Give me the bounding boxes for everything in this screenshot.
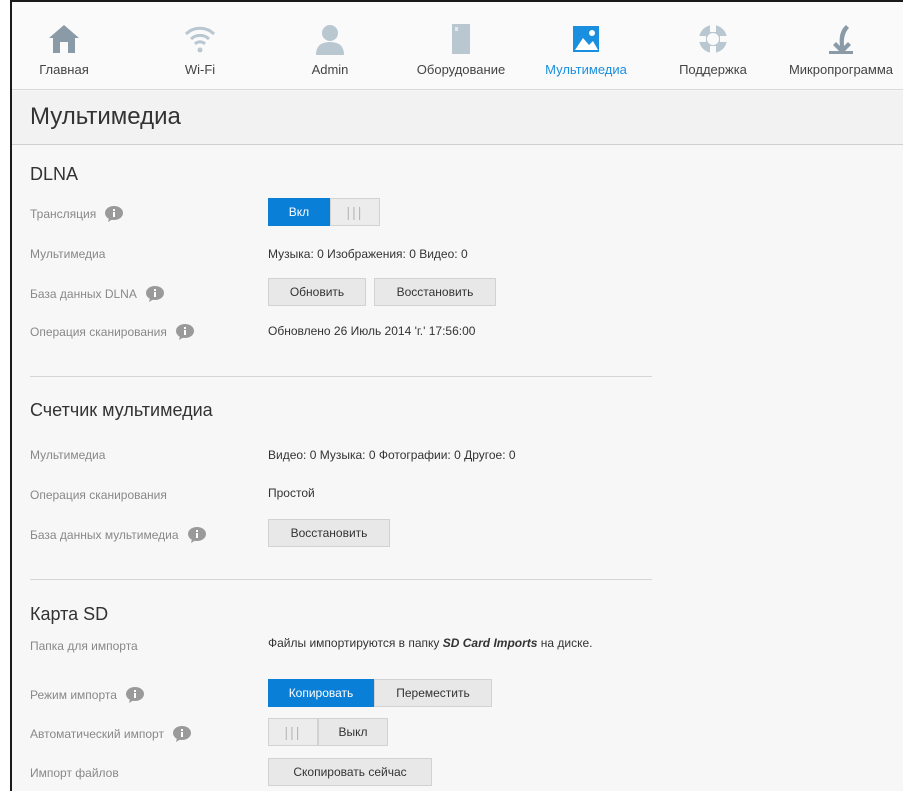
sd-auto-label: Автоматический импорт bbox=[30, 727, 164, 741]
sd-import-label-text: Импорт файлов bbox=[30, 766, 119, 780]
user-icon bbox=[316, 25, 344, 55]
dlna-restore-button[interactable]: Восстановить bbox=[374, 278, 496, 306]
nav-item-support[interactable]: Поддержка bbox=[668, 2, 758, 90]
streaming-on-toggle[interactable]: Вкл bbox=[268, 198, 330, 226]
dlna-section-title: DLNA bbox=[30, 164, 79, 184]
sd-copy-mode-button[interactable]: Копировать bbox=[268, 679, 374, 707]
sd-folder-name: SD Card Imports bbox=[442, 636, 538, 650]
firmware-download-icon bbox=[829, 25, 853, 54]
sd-move-mode-button[interactable]: Переместить bbox=[374, 679, 492, 707]
sd-folder-label: Папка для импорта bbox=[30, 639, 138, 653]
nav-label-firmware: Микропрограмма bbox=[788, 62, 894, 77]
drive-icon bbox=[452, 24, 470, 54]
nav-item-wifi[interactable]: Wi-Fi bbox=[162, 2, 238, 90]
counter-db-row-label: База данных мультимедиа bbox=[30, 527, 207, 543]
nav-item-home[interactable]: Главная bbox=[26, 2, 102, 90]
counter-section-title: Счетчик мультимедиа bbox=[30, 400, 213, 420]
section-divider bbox=[30, 579, 652, 580]
dlna-scan-label: Операция сканирования bbox=[30, 325, 167, 339]
sd-auto-row-label: Автоматический импорт bbox=[30, 726, 192, 742]
counter-scan-label: Операция сканирования bbox=[30, 488, 167, 502]
dlna-db-row-label: База данных DLNA bbox=[30, 286, 165, 302]
sd-folder-prefix: Файлы импортируются в папку bbox=[268, 636, 443, 650]
toggle-grip-icon: ||| bbox=[346, 204, 364, 220]
nav-item-multimedia[interactable]: Мультимедиа bbox=[536, 2, 636, 90]
info-icon[interactable] bbox=[145, 286, 165, 302]
dlna-db-label: База данных DLNA bbox=[30, 287, 137, 301]
nav-label-support: Поддержка bbox=[679, 62, 747, 77]
counter-media-label: Мультимедиа bbox=[30, 448, 105, 462]
counter-scan-value: Простой bbox=[268, 486, 315, 500]
toggle-grip-icon: ||| bbox=[284, 724, 302, 740]
info-icon[interactable] bbox=[172, 726, 192, 742]
streaming-row-label: Трансляция bbox=[30, 206, 124, 222]
image-icon bbox=[573, 26, 599, 52]
nav-item-hardware[interactable]: Оборудование bbox=[406, 2, 516, 90]
section-divider bbox=[30, 376, 652, 377]
page-title: Мультимедиа bbox=[30, 103, 181, 130]
wifi-icon bbox=[184, 26, 216, 53]
counter-db-label: База данных мультимедиа bbox=[30, 528, 179, 542]
streaming-toggle-grip[interactable]: ||| bbox=[330, 198, 380, 226]
page-title-bar: Мультимедиа bbox=[12, 91, 903, 145]
nav-item-admin[interactable]: Admin bbox=[292, 2, 368, 90]
sd-mode-label: Режим импорта bbox=[30, 688, 117, 702]
nav-label-admin: Admin bbox=[311, 62, 349, 77]
sd-copy-now-button[interactable]: Скопировать сейчас bbox=[268, 758, 432, 786]
dlna-refresh-button[interactable]: Обновить bbox=[268, 278, 366, 306]
top-navigation: Главная Wi-Fi Admin Оборудование Мультим… bbox=[12, 2, 903, 90]
sd-auto-toggle-grip[interactable]: ||| bbox=[268, 718, 318, 746]
sd-section-title: Карта SD bbox=[30, 604, 109, 624]
nav-label-home: Главная bbox=[39, 62, 89, 77]
info-icon[interactable] bbox=[175, 324, 195, 340]
sd-import-label: Импорт файлов bbox=[30, 766, 119, 780]
dlna-scan-value: Обновлено 26 Июль 2014 'г.' 17:56:00 bbox=[268, 324, 476, 338]
nav-label-multimedia: Мультимедиа bbox=[545, 62, 627, 77]
sd-folder-value: Файлы импортируются в папку SD Card Impo… bbox=[268, 636, 593, 650]
dlna-media-label-text: Мультимедиа bbox=[30, 247, 106, 261]
info-icon[interactable] bbox=[104, 206, 124, 222]
sd-folder-suffix: на диске. bbox=[537, 636, 593, 650]
nav-label-hardware: Оборудование bbox=[416, 62, 506, 77]
nav-label-wifi: Wi-Fi bbox=[184, 62, 216, 77]
dlna-scan-row-label: Операция сканирования bbox=[30, 324, 195, 340]
lifebuoy-icon bbox=[699, 25, 727, 53]
counter-scan-label-text: Операция сканирования bbox=[30, 488, 167, 502]
sd-auto-off-toggle[interactable]: Выкл bbox=[318, 718, 388, 746]
counter-media-label-text: Мультимедиа bbox=[30, 448, 106, 462]
home-icon bbox=[49, 25, 79, 53]
sd-mode-row-label: Режим импорта bbox=[30, 687, 145, 703]
sd-folder-label-text: Папка для импорта bbox=[30, 639, 138, 653]
info-icon[interactable] bbox=[187, 527, 207, 543]
nav-item-firmware[interactable]: Микропрограмма bbox=[782, 2, 900, 90]
app-frame: Главная Wi-Fi Admin Оборудование Мультим… bbox=[10, 0, 903, 791]
dlna-media-value: Музыка: 0 Изображения: 0 Видео: 0 bbox=[268, 247, 468, 261]
counter-media-value: Видео: 0 Музыка: 0 Фотографии: 0 Другое:… bbox=[268, 448, 516, 462]
info-icon[interactable] bbox=[125, 687, 145, 703]
dlna-media-label: Мультимедиа bbox=[30, 247, 105, 261]
streaming-label: Трансляция bbox=[30, 207, 97, 221]
counter-restore-button[interactable]: Восстановить bbox=[268, 519, 390, 547]
